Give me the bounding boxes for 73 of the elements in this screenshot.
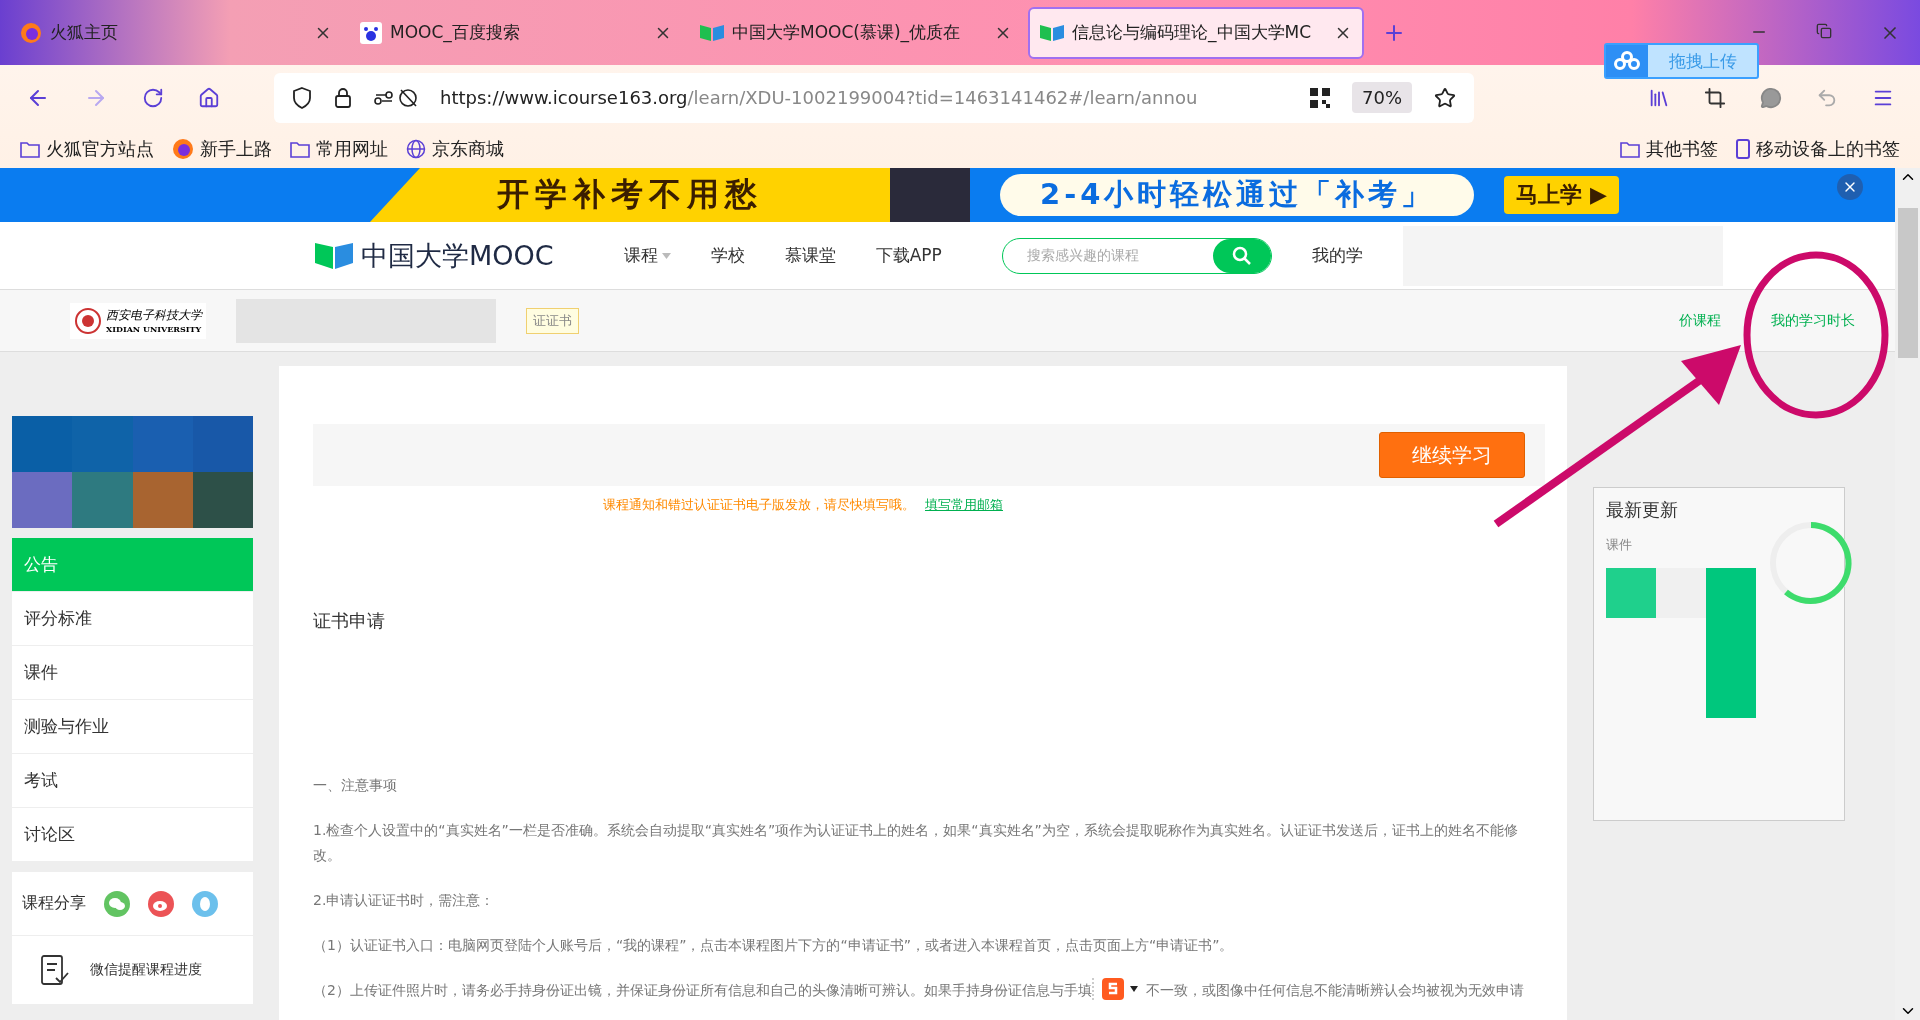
learn-now-button[interactable]: 马上学 ▶	[1504, 176, 1619, 214]
bookmark[interactable]: 京东商城	[406, 137, 504, 161]
bookmark[interactable]: 移动设备上的书签	[1736, 137, 1900, 161]
checklist-icon	[40, 954, 70, 986]
folder-icon	[1620, 140, 1640, 158]
scrollbar-thumb[interactable]	[1897, 208, 1918, 358]
address-bar[interactable]: https://www.icourse163.org/learn/XDU-1002199004?tid=1463141462#/learn/annou 70%	[274, 72, 1474, 123]
certificate-tag: 证证书	[526, 307, 579, 334]
nav-link[interactable]: 课程	[623, 244, 671, 267]
panel-title: 最新更新	[1606, 498, 1679, 522]
site-logo[interactable]: 中国大学MOOC	[315, 237, 554, 274]
globe-icon	[406, 139, 426, 159]
panel-label: 课件	[1606, 536, 1633, 554]
wechat-reminder-link[interactable]: 微信提醒课程进度	[12, 936, 253, 1004]
seal-icon	[74, 306, 102, 335]
notice-text: 课程通知和错过认证证书电子版发放，请尽快填写哦。	[603, 496, 915, 514]
home-icon[interactable]	[198, 86, 220, 109]
bookmark[interactable]: 火狐官方站点	[20, 137, 154, 161]
sidebar-item[interactable]: 考试	[12, 754, 253, 808]
folder-icon	[20, 140, 40, 158]
paragraph: 不一致，或图像中任何信息不能清晰辨认会均被视为	[1145, 981, 1468, 1000]
paragraph: 一、注意事项	[313, 776, 398, 795]
ad-banner[interactable]: 开学补考不用愁 2-4小时轻松通过「补考」 马上学 ▶	[0, 168, 1895, 222]
sidebar-item[interactable]: 测验与作业	[12, 700, 253, 754]
sidebar-item[interactable]: 讨论区	[12, 808, 253, 862]
zoom-level[interactable]: 70%	[1352, 82, 1412, 113]
bookmark[interactable]: 新手上路	[172, 137, 272, 161]
paw-icon	[360, 21, 382, 44]
redaction-block	[1606, 568, 1656, 618]
firefox-icon	[20, 21, 42, 44]
paragraph: 2.申请认证证书时，需注意：	[313, 891, 496, 910]
sidebar-item[interactable]: 评分标准	[12, 592, 253, 646]
phone-icon	[1736, 139, 1750, 159]
folder-icon	[290, 140, 310, 158]
close-button[interactable]	[1837, 174, 1863, 200]
reload-icon[interactable]	[142, 86, 164, 109]
ad-headline: 开学补考不用愁	[370, 168, 890, 222]
browser-tab[interactable]: 中国大学MOOC(慕课)_优质在	[688, 6, 1024, 59]
star-icon[interactable]	[1434, 86, 1456, 109]
shield-icon	[292, 86, 312, 109]
cloud-icon	[1614, 51, 1640, 71]
share-label: 课程分享	[22, 893, 86, 914]
nav-link[interactable]: 下载APP	[875, 244, 942, 267]
ad-offer: 2-4小时轻松通过「补考」	[1000, 174, 1475, 216]
sidebar-item[interactable]: 课件	[12, 646, 253, 700]
book-icon	[315, 240, 355, 271]
caret-icon	[1129, 986, 1138, 992]
lock-icon	[334, 86, 352, 109]
paragraph: （1）认证证书入口：电脑网页登陆个人账号后，“我的课程”，点击本课程图片下方的“申请证书”，或者进入本课程首页，点击页面上方“申请证书”。	[313, 936, 1235, 955]
qr-code-icon[interactable]	[1310, 87, 1330, 108]
permissions-icon	[374, 87, 418, 108]
bookmark[interactable]: 其他书签	[1620, 137, 1718, 161]
section-title: 证书申请	[313, 609, 386, 633]
book-icon	[700, 22, 724, 43]
nav-link[interactable]: 慕课堂	[784, 244, 836, 267]
restore-icon[interactable]	[1816, 22, 1832, 39]
search-icon	[1231, 245, 1252, 266]
school-logo[interactable]: 西安电子科技大学 XIDIAN UNIVERSITY	[70, 302, 206, 339]
chat-icon[interactable]	[1760, 86, 1782, 109]
paragraph: 无效申请	[1467, 981, 1524, 1000]
book-icon	[1040, 22, 1064, 43]
nav-link[interactable]: 我的学	[1311, 244, 1363, 267]
s-logo-icon	[1101, 978, 1124, 1000]
weibo-icon[interactable]	[148, 890, 174, 917]
crop-icon[interactable]	[1704, 86, 1726, 109]
browser-tab[interactable]: 火狐主页	[8, 6, 344, 59]
paragraph: （2）上传证件照片时，请务必手持身份证出镜，并保证身份证所有信息和自己的头像清晰可辨认。如果手持身份证信息与手填	[313, 981, 1092, 1000]
browser-tab[interactable]: MOOC_百度搜索	[348, 6, 684, 59]
firefox-icon	[172, 138, 194, 160]
nav-link[interactable]: 学校	[710, 244, 745, 267]
browser-tab[interactable]: 信息论与编码理论_中国大学MC	[1028, 6, 1364, 59]
bookmark[interactable]: 常用网址	[290, 137, 388, 161]
paragraph: 1.检查个人设置中的“真实姓名”一栏是否准确。系统会自动提取“真实姓名”项作为认证证书上的姓名，如果“真实姓名”为空，系统会提取昵称作为真实姓名。认证证书发送后，证书上的姓名不能修改。	[313, 821, 1519, 865]
